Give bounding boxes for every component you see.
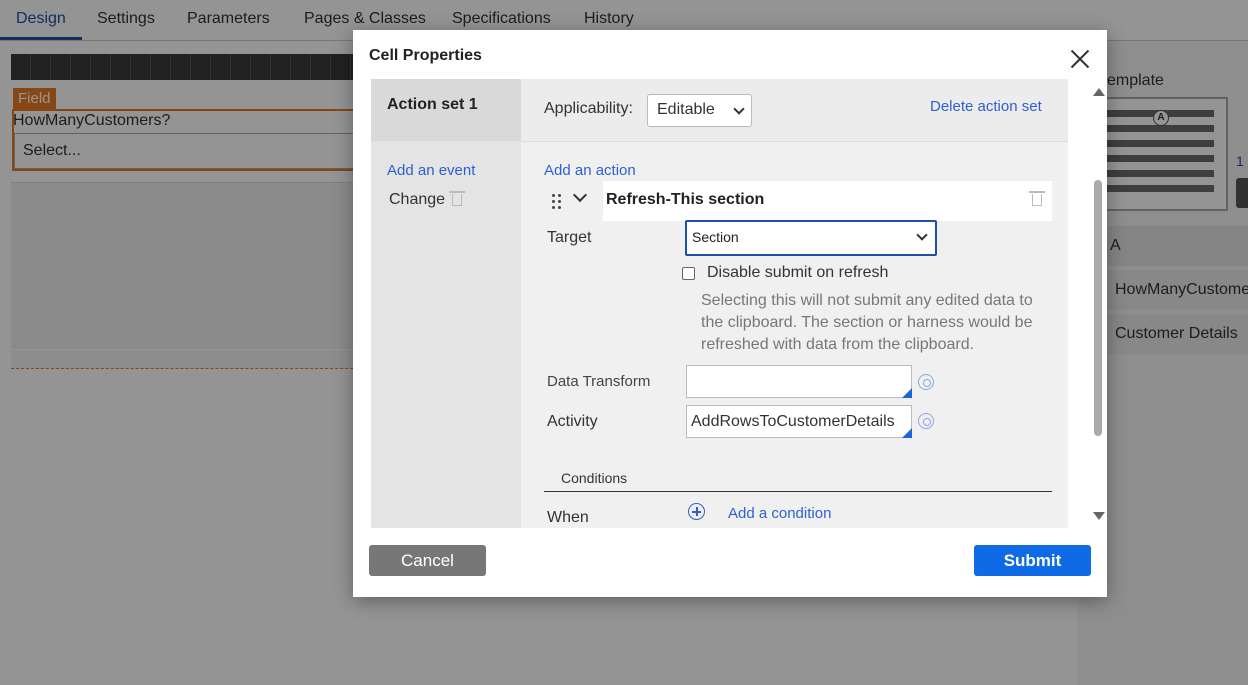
submit-button[interactable]: Submit bbox=[974, 545, 1091, 576]
applicability-label: Applicability: bbox=[544, 100, 633, 117]
dialog-title: Cell Properties bbox=[369, 47, 482, 64]
dialog-scroll-area: Action set 1 Add an event Change Applica… bbox=[371, 79, 1068, 528]
target-label: Target bbox=[547, 229, 592, 246]
action-column: Applicability: Editable Delete action se… bbox=[521, 79, 1068, 528]
drag-handle-icon[interactable] bbox=[552, 194, 562, 210]
when-label: When bbox=[547, 509, 589, 526]
close-icon[interactable] bbox=[1069, 48, 1091, 70]
chevron-down-icon bbox=[733, 103, 745, 115]
chevron-down-icon[interactable] bbox=[572, 187, 588, 203]
chevron-down-icon bbox=[916, 229, 928, 241]
trash-icon[interactable] bbox=[1029, 191, 1045, 206]
add-action-link[interactable]: Add an action bbox=[544, 162, 636, 179]
action-set-label: Action set 1 bbox=[387, 96, 478, 113]
delete-action-set-link[interactable]: Delete action set bbox=[930, 98, 1042, 115]
event-column: Action set 1 Add an event Change bbox=[371, 79, 521, 528]
scroll-down-icon[interactable] bbox=[1093, 512, 1105, 520]
target-value: Section bbox=[692, 229, 739, 245]
disable-submit-label: Disable submit on refresh bbox=[707, 264, 889, 281]
action-set-header: Action set 1 bbox=[371, 79, 521, 141]
crosshair-icon[interactable] bbox=[918, 413, 934, 429]
target-select[interactable]: Section bbox=[685, 220, 937, 256]
disable-submit-checkbox[interactable] bbox=[682, 267, 695, 280]
dialog-scrollbar[interactable] bbox=[1091, 88, 1105, 520]
cancel-button[interactable]: Cancel bbox=[369, 545, 486, 576]
add-event-link[interactable]: Add an event bbox=[387, 162, 475, 179]
conditions-divider bbox=[544, 491, 1052, 492]
trash-icon[interactable] bbox=[449, 191, 465, 206]
add-circle-icon[interactable] bbox=[688, 503, 705, 520]
activity-input[interactable]: AddRowsToCustomerDetails bbox=[686, 405, 912, 438]
cell-properties-dialog: Cell Properties Action set 1 Add an even… bbox=[353, 30, 1107, 597]
applicability-header: Applicability: Editable Delete action se… bbox=[521, 79, 1068, 142]
applicability-select[interactable]: Editable bbox=[647, 94, 752, 127]
applicability-value: Editable bbox=[657, 101, 715, 118]
add-condition-link[interactable]: Add a condition bbox=[728, 505, 831, 522]
event-change-item[interactable]: Change bbox=[389, 191, 445, 209]
conditions-heading: Conditions bbox=[561, 470, 628, 486]
data-transform-label: Data Transform bbox=[547, 373, 651, 390]
activity-label: Activity bbox=[547, 413, 598, 430]
crosshair-icon[interactable] bbox=[918, 374, 934, 390]
action-title: Refresh-This section bbox=[606, 191, 765, 208]
help-text: Selecting this will not submit any edite… bbox=[701, 292, 1033, 353]
activity-value: AddRowsToCustomerDetails bbox=[691, 413, 895, 430]
scrollbar-thumb[interactable] bbox=[1094, 180, 1102, 436]
scroll-up-icon[interactable] bbox=[1093, 88, 1105, 96]
data-transform-input[interactable] bbox=[686, 365, 912, 398]
